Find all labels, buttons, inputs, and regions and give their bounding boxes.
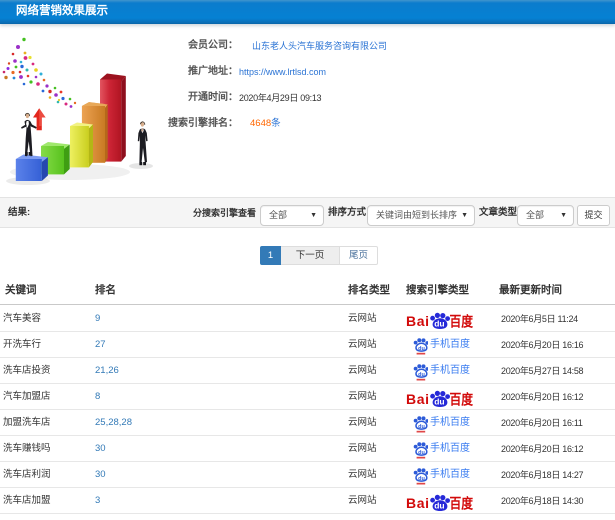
- svg-text:百度: 百度: [450, 391, 474, 407]
- svg-text:du: du: [434, 319, 444, 329]
- svg-text:Bai: Bai: [406, 495, 430, 511]
- svg-text:du: du: [418, 346, 425, 352]
- svg-text:百度: 百度: [450, 495, 474, 511]
- svg-text:du: du: [418, 372, 425, 378]
- svg-text:du: du: [418, 450, 425, 456]
- svg-text:du: du: [434, 397, 444, 407]
- svg-text:Bai: Bai: [406, 391, 430, 407]
- svg-text:du: du: [434, 501, 444, 511]
- svg-text:du: du: [418, 424, 425, 430]
- svg-text:百度: 百度: [450, 313, 474, 329]
- svg-text:Bai: Bai: [406, 313, 430, 329]
- svg-text:du: du: [418, 476, 425, 482]
